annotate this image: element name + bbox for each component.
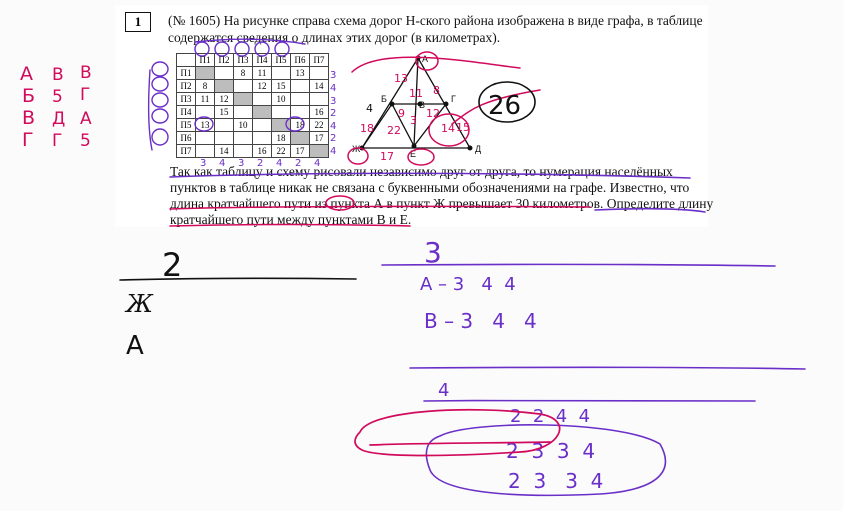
handwritten-weight: 3 — [410, 114, 417, 127]
annotation-canvas[interactable]: А Б В Г Д Е Ж 13 8 11 9 12 3 14 18 22 17… — [0, 0, 843, 511]
right-row-b: В – 3 4 4 — [424, 309, 537, 333]
handwritten-degree: 3 — [238, 158, 244, 169]
handwritten-degree: 4 — [276, 158, 282, 169]
circled-answer: 26 — [488, 91, 521, 121]
right-row-a: А – 3 4 4 — [420, 274, 516, 295]
text-underlines — [169, 172, 706, 227]
graph-node — [411, 143, 417, 149]
graph-node — [389, 101, 395, 107]
graph-node-label: Б — [381, 94, 387, 104]
handwritten-letter: В — [22, 107, 35, 129]
handwritten-weight: 12 — [426, 107, 440, 120]
letters-col2: В 5 Д Г — [52, 65, 65, 151]
handwritten-degree: 4 — [314, 158, 320, 169]
graph-node-label: Г — [451, 94, 456, 104]
handwritten-letter: А — [20, 63, 33, 85]
graph-node — [467, 145, 473, 151]
handwritten-letter: Г — [52, 131, 62, 151]
handwritten-letter: В — [52, 65, 64, 85]
handwritten-letter: 5 — [80, 131, 91, 151]
handwritten-degree: 4 — [330, 83, 336, 94]
graph-node-label: В — [419, 100, 425, 110]
handwritten-weight: 15 — [456, 121, 470, 134]
graph-node-label: А — [422, 54, 428, 64]
handwritten-weight: 22 — [387, 124, 401, 137]
handwritten-weight: 17 — [380, 150, 394, 163]
handwritten-weight: 8 — [433, 84, 440, 97]
handwritten-letter: Б — [22, 85, 35, 107]
handwritten-degree: 4 — [330, 146, 336, 157]
handwritten-weight: 11 — [409, 87, 423, 100]
handwritten-weight: 9 — [398, 107, 405, 120]
handwritten-letter: Г — [80, 85, 90, 105]
handwritten-letter: В — [80, 63, 92, 83]
handwritten-letter: Г — [22, 129, 34, 151]
handwritten-letter: А — [80, 109, 92, 129]
handwritten-weight: 18 — [360, 122, 374, 135]
graph-node — [443, 101, 449, 107]
col-degree-annotations: 3 4 3 2 4 2 4 — [200, 158, 320, 169]
handwritten-degree: 3 — [330, 96, 336, 107]
letters-col3: В Г А 5 — [80, 63, 92, 151]
handwritten-letter: 5 — [52, 87, 63, 107]
handwritten-degree: 4 — [330, 121, 336, 132]
handwritten-letter: Д — [52, 109, 65, 129]
handwritten-degree: 3 — [200, 158, 206, 169]
letters-col1: А Б В Г — [20, 63, 35, 151]
right-result-row: 2 3 3 4 — [508, 469, 603, 493]
left-fraction-den1: Ж — [124, 290, 154, 318]
right-mid-number: 4 — [438, 380, 449, 401]
handwritten-weight: 4 — [366, 102, 373, 115]
table-annotations — [147, 38, 306, 151]
handwritten-weight: 13 — [394, 72, 408, 85]
left-fraction-bar — [119, 277, 357, 281]
handwritten-degree: 2 — [295, 158, 301, 169]
handwritten-degree: 2 — [330, 108, 336, 119]
graph-node-label: Д — [475, 144, 481, 154]
handwritten-degree: 3 — [330, 70, 336, 81]
handwritten-degree: 4 — [219, 158, 225, 169]
left-fraction-den2: А — [126, 331, 144, 361]
handwritten-degree: 2 — [330, 133, 336, 144]
row-degree-annotations: 3 4 3 2 4 2 4 — [330, 70, 336, 157]
handwritten-degree: 2 — [257, 158, 263, 169]
